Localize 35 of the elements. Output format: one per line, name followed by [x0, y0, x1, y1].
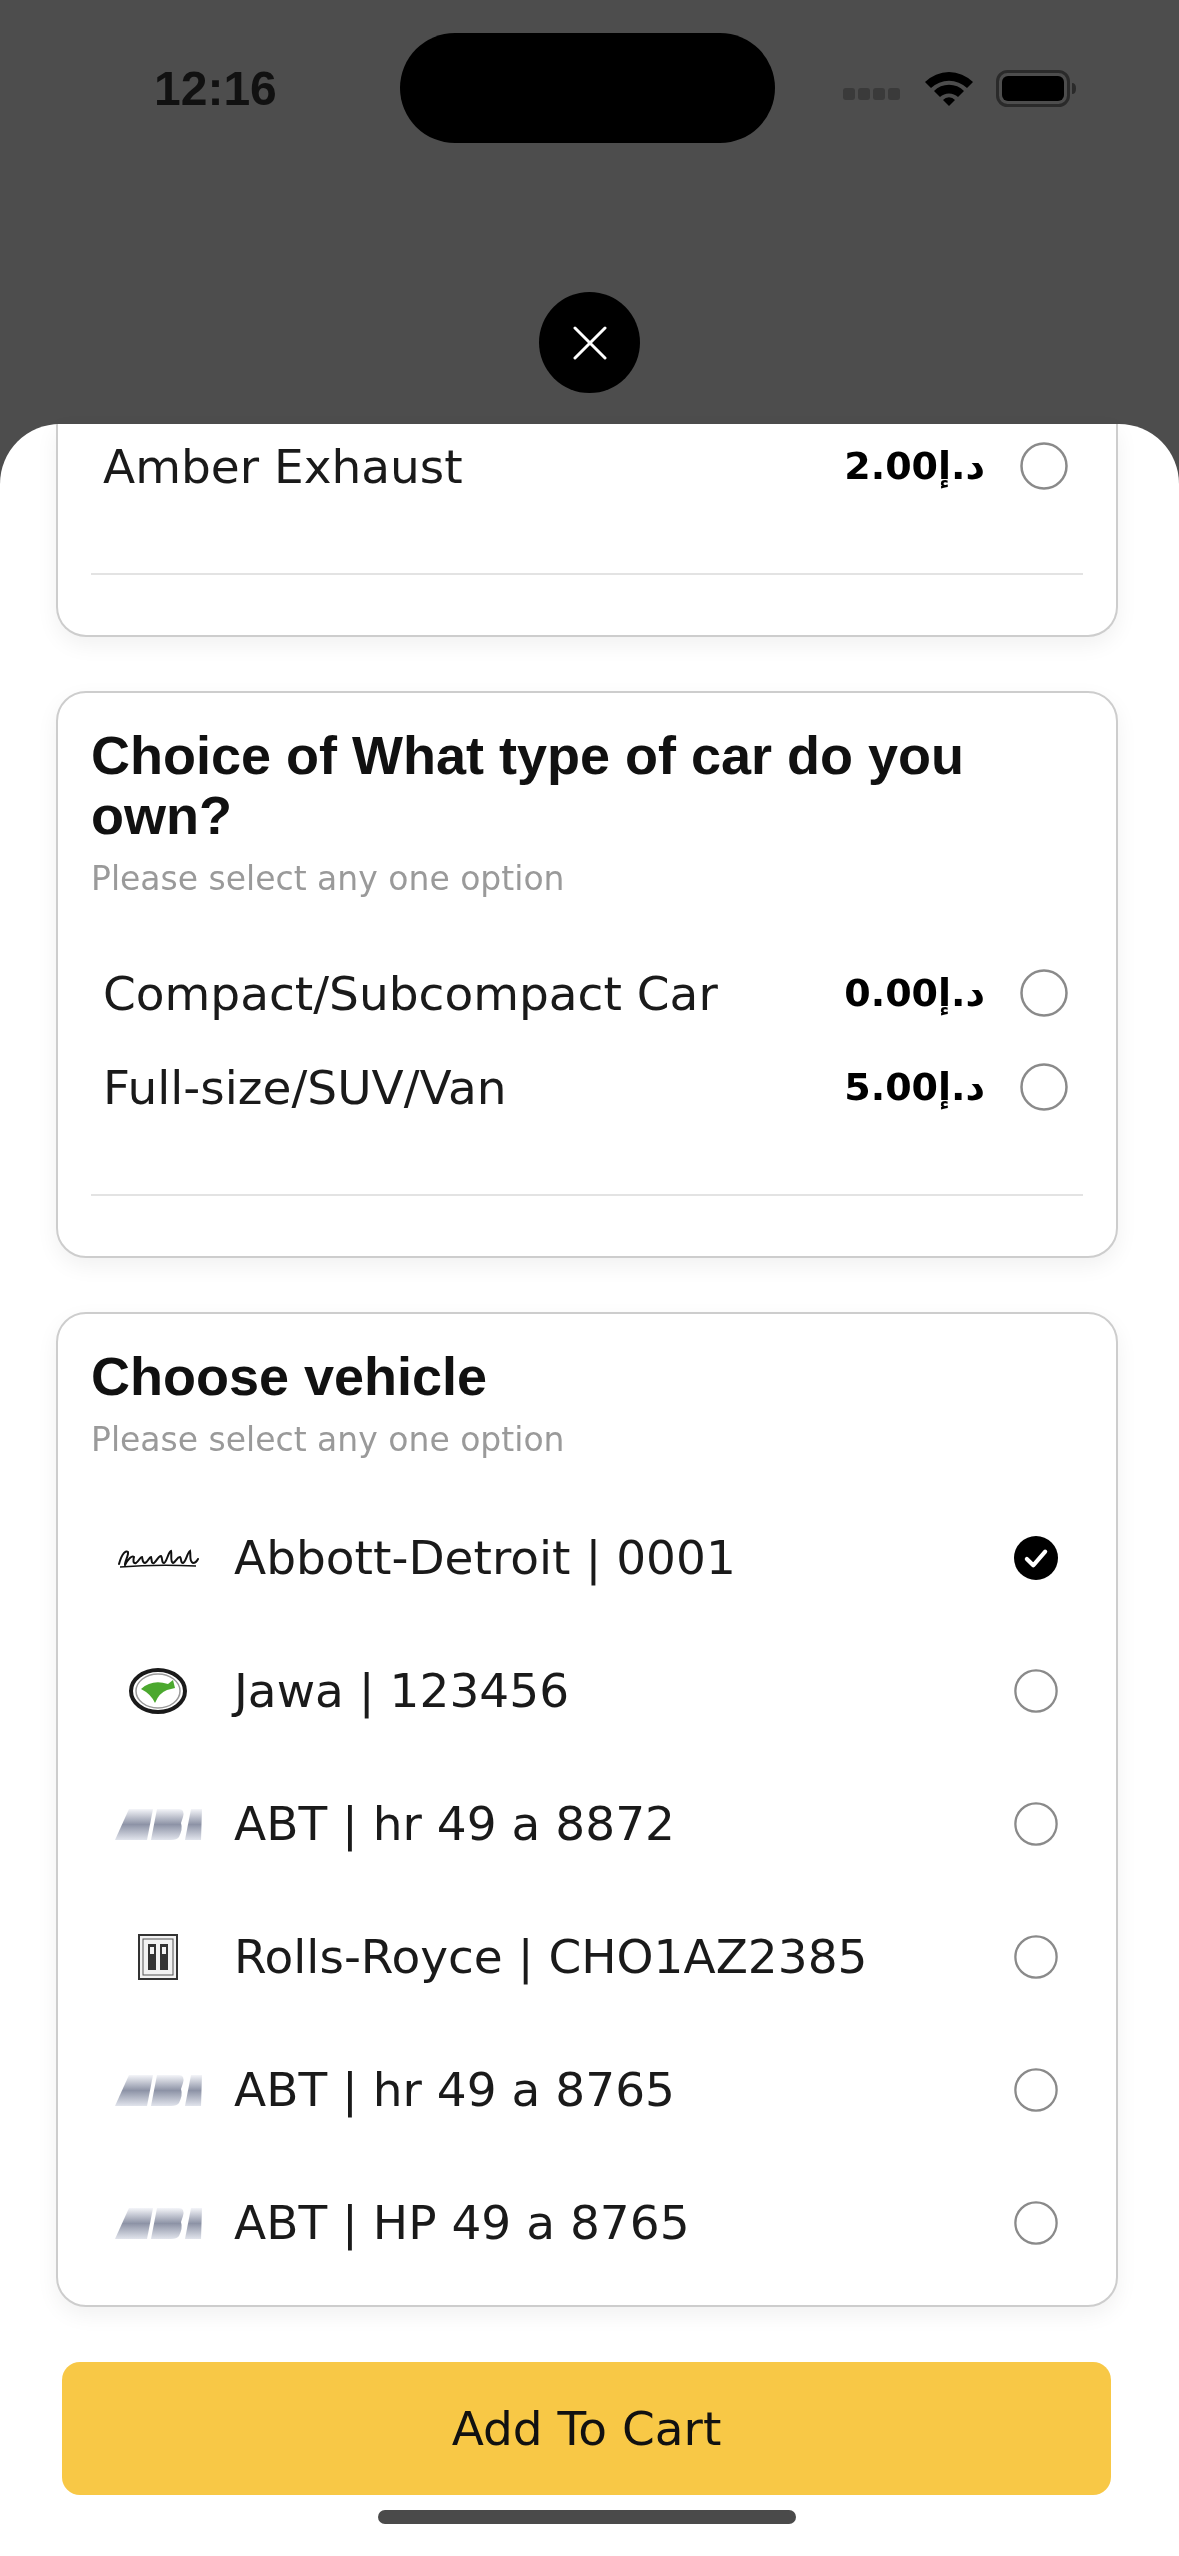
option-price: 0.00د.إ [844, 971, 985, 1015]
radio-button[interactable] [1020, 1063, 1068, 1111]
vehicle-name: ABT | hr 49 a 8872 [234, 1796, 676, 1851]
add-to-cart-button[interactable]: Add To Cart [62, 2362, 1111, 2495]
section-title: Choice of What type of car do you own? [91, 725, 966, 845]
radio-button[interactable] [1014, 2200, 1058, 2245]
radio-button[interactable] [1014, 2067, 1058, 2112]
section-title: Choose vehicle [91, 1346, 489, 1406]
option-label: Full-size/SUV/Van [103, 1059, 508, 1115]
winged-arrow-logo-icon [128, 1667, 188, 1714]
option-label: Amber Exhaust [103, 438, 464, 494]
chrome-badge-logo-icon [113, 1806, 203, 1841]
radio-button[interactable] [1014, 1801, 1058, 1846]
radio-button[interactable] [1014, 1535, 1058, 1580]
section-hint: Please select any one option [91, 1420, 566, 1460]
option-price: 2.00د.إ [844, 444, 985, 488]
radio-button[interactable] [1014, 1934, 1058, 1979]
radio-button[interactable] [1020, 442, 1068, 490]
vehicle-name: Abbott-Detroit | 0001 [234, 1530, 737, 1585]
monogram-badge-icon [138, 1933, 178, 1980]
vehicle-name: Rolls-Royce | CHO1AZ2385 [234, 1929, 869, 1984]
status-time: 12:16 [154, 60, 278, 116]
close-icon [572, 325, 607, 360]
wifi-icon [923, 69, 975, 107]
vehicle-name: ABT | hr 49 a 8765 [234, 2062, 676, 2117]
section-hint: Please select any one option [91, 859, 566, 899]
option-price: 5.00د.إ [844, 1065, 985, 1109]
chrome-badge-logo-icon [113, 2205, 203, 2240]
script-logo-icon [116, 1546, 200, 1569]
vehicle-name: ABT | HP 49 a 8765 [234, 2195, 691, 2250]
battery-icon [996, 69, 1077, 107]
chrome-badge-logo-icon [113, 2072, 203, 2107]
radio-button[interactable] [1020, 969, 1068, 1017]
radio-button[interactable] [1014, 1668, 1058, 1713]
option-label: Compact/Subcompact Car [103, 965, 719, 1021]
